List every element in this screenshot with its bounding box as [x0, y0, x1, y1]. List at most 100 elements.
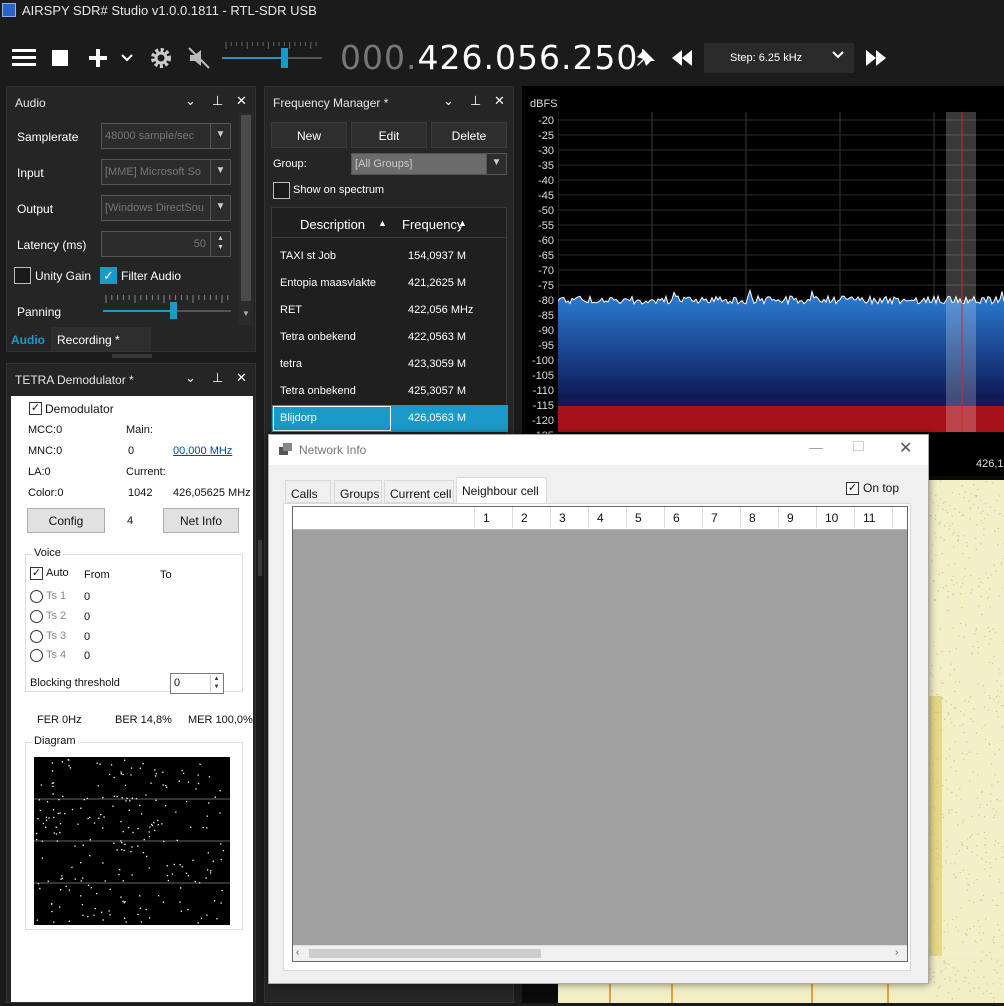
- ts2-radio[interactable]: [30, 610, 43, 623]
- frequency-display[interactable]: 000.426.056.250: [340, 38, 638, 77]
- sort-ascending-icon: ▲: [458, 218, 467, 228]
- chevron-down-icon[interactable]: ⌄: [443, 93, 454, 109]
- blocking-threshold-input[interactable]: 0 ▲▼: [170, 673, 224, 694]
- chevron-down-icon[interactable]: ⌄: [185, 93, 196, 109]
- column-header[interactable]: 1: [475, 507, 513, 528]
- pin-icon[interactable]: ⊥: [212, 93, 223, 109]
- close-icon[interactable]: ✕: [236, 93, 247, 109]
- ts1-radio[interactable]: [30, 590, 43, 603]
- main-toolbar: 000.426.056.250 Step: 6.25 kHz: [0, 30, 1004, 86]
- scroll-down-icon[interactable]: ▼: [242, 309, 250, 318]
- volume-slider[interactable]: [222, 40, 322, 76]
- column-header[interactable]: 3: [551, 507, 589, 528]
- latency-value: 50: [194, 238, 206, 250]
- scroll-left-icon[interactable]: ‹: [296, 947, 299, 958]
- pin-icon[interactable]: ⊥: [212, 370, 223, 386]
- add-icon[interactable]: [86, 44, 110, 72]
- minimize-icon[interactable]: —: [809, 439, 823, 455]
- main-frequency-link[interactable]: 00,000 MHz: [173, 445, 232, 457]
- tab-groups[interactable]: Groups: [334, 480, 382, 503]
- column-frequency[interactable]: Frequency: [402, 217, 463, 232]
- row-frequency: 423,3059 M: [408, 358, 466, 370]
- chevron-down-icon[interactable]: [118, 44, 136, 72]
- column-header[interactable]: 7: [703, 507, 741, 528]
- output-select[interactable]: [Windows DirectSou▼: [101, 195, 231, 221]
- tab-current-cell[interactable]: Current cell: [384, 480, 454, 503]
- table-row[interactable]: TAXI st Job154,0937 M: [272, 243, 508, 270]
- mer-value: MER 100,0%: [188, 714, 253, 726]
- table-row[interactable]: Entopia maasvlakte421,2625 M: [272, 270, 508, 297]
- column-header[interactable]: 9: [779, 507, 817, 528]
- step-size-select[interactable]: Step: 6.25 kHz: [704, 43, 854, 73]
- column-header[interactable]: 5: [627, 507, 665, 528]
- horizontal-scrollbar[interactable]: ‹ ›: [293, 945, 907, 961]
- edit-button[interactable]: Edit: [351, 122, 427, 148]
- scrollbar-thumb[interactable]: [241, 115, 251, 301]
- column-header[interactable]: 4: [589, 507, 627, 528]
- output-label: Output: [17, 202, 53, 216]
- delete-button[interactable]: Delete: [431, 122, 507, 148]
- spinner-icon: ▲▼: [210, 232, 230, 256]
- rewind-icon[interactable]: [668, 44, 696, 72]
- table-row[interactable]: tetra423,3059 M: [272, 351, 508, 378]
- spectrum-panel[interactable]: dBFS -20-25-30-35-40-45-50-55-60-65-70-7…: [522, 86, 1004, 476]
- dbfs-tick-label: -55: [522, 220, 554, 232]
- input-select[interactable]: [MME] Microsoft So▼: [101, 159, 231, 185]
- column-header[interactable]: 8: [741, 507, 779, 528]
- scroll-right-icon[interactable]: ›: [895, 947, 898, 958]
- column-header[interactable]: 2: [513, 507, 551, 528]
- auto-checkbox[interactable]: ✓: [30, 567, 43, 580]
- scrollbar-thumb[interactable]: [309, 949, 541, 958]
- table-row[interactable]: Tetra onbekend425,3057 M: [272, 378, 508, 405]
- audio-scrollbar[interactable]: ▼: [239, 113, 253, 325]
- group-select[interactable]: [All Groups]▼: [351, 153, 507, 175]
- panning-slider[interactable]: [103, 293, 231, 323]
- close-icon[interactable]: ✕: [899, 438, 912, 458]
- gear-icon[interactable]: [146, 44, 176, 72]
- table-row-selected[interactable]: Blijdorp426,0563 M: [272, 405, 508, 432]
- hamburger-menu-icon[interactable]: [10, 44, 38, 72]
- pin-icon[interactable]: [632, 44, 660, 72]
- close-icon[interactable]: ✕: [494, 93, 505, 109]
- splitter-handle[interactable]: [112, 354, 152, 358]
- column-description[interactable]: Description: [300, 217, 365, 232]
- tab-neighbour-cell[interactable]: Neighbour cell: [456, 477, 547, 503]
- dbfs-tick-label: -35: [522, 160, 554, 172]
- table-row[interactable]: RET422,056 MHz: [272, 297, 508, 324]
- fast-forward-icon[interactable]: [862, 44, 890, 72]
- spinner-icon[interactable]: ▲▼: [210, 675, 222, 692]
- table-row[interactable]: Tetra onbekend422,0563 M: [272, 324, 508, 351]
- ts3-label: Ts 3: [46, 630, 66, 642]
- unity-gain-checkbox[interactable]: [14, 267, 31, 284]
- close-icon[interactable]: ✕: [236, 370, 247, 386]
- new-button[interactable]: New: [271, 122, 347, 148]
- samplerate-select[interactable]: 48000 sample/sec▼: [101, 123, 231, 149]
- pin-icon[interactable]: ⊥: [470, 93, 481, 109]
- tab-recording[interactable]: Recording *: [51, 327, 151, 351]
- demodulator-checkbox[interactable]: ✓: [29, 402, 42, 415]
- mnc-label: MNC:0: [28, 445, 62, 457]
- splitter-handle[interactable]: [258, 540, 262, 576]
- ber-value: BER 14,8%: [115, 714, 172, 726]
- tab-recording-label: Recording *: [57, 333, 120, 347]
- tab-audio[interactable]: Audio: [11, 333, 45, 347]
- column-header[interactable]: 10: [817, 507, 855, 528]
- column-header[interactable]: 11: [855, 507, 893, 528]
- net-info-button[interactable]: Net Info: [163, 508, 239, 533]
- ts4-radio[interactable]: [30, 649, 43, 662]
- voice-group: Voice ✓ Auto From To Ts 1 0 Ts 2 0 Ts 3 …: [25, 554, 243, 692]
- latency-input[interactable]: 50 ▲▼: [101, 231, 231, 257]
- main-value: 0: [128, 445, 134, 457]
- ts3-radio[interactable]: [30, 630, 43, 643]
- maximize-icon[interactable]: [853, 441, 864, 451]
- samplerate-value: 48000 sample/sec: [105, 130, 194, 142]
- on-top-checkbox[interactable]: ✓: [846, 482, 859, 495]
- column-header[interactable]: 6: [665, 507, 703, 528]
- show-on-spectrum-checkbox[interactable]: [273, 182, 290, 199]
- tab-calls[interactable]: Calls: [285, 480, 331, 503]
- filter-audio-checkbox[interactable]: ✓: [100, 267, 117, 284]
- config-button[interactable]: Config: [27, 508, 105, 533]
- chevron-down-icon[interactable]: ⌄: [185, 370, 196, 386]
- mute-speaker-icon[interactable]: [186, 44, 212, 72]
- stop-icon[interactable]: [50, 44, 70, 72]
